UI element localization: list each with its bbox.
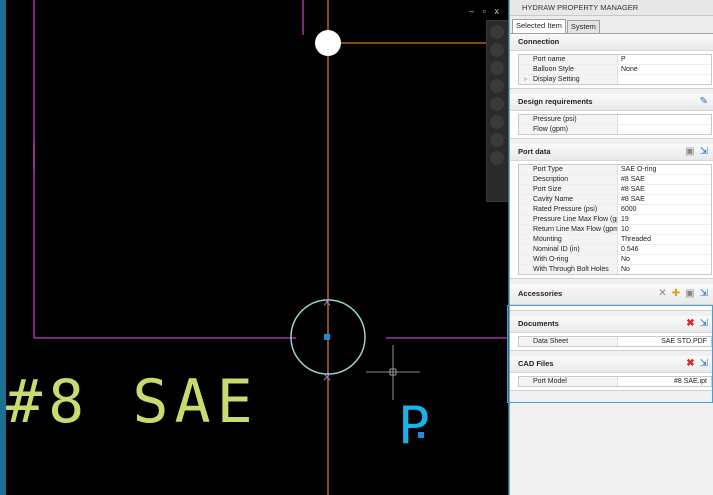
- connection-node[interactable]: [315, 30, 341, 56]
- expand-arrow-icon[interactable]: ▹: [524, 75, 528, 84]
- tab-system[interactable]: System: [566, 20, 600, 33]
- property-row[interactable]: Rated Pressure (psi) 6000: [519, 205, 711, 215]
- window-controls[interactable]: – ▫ x: [469, 6, 502, 16]
- property-row[interactable]: Cavity Name #8 SAE: [519, 195, 711, 205]
- property-row[interactable]: Description #8 SAE: [519, 175, 711, 185]
- save-icon[interactable]: ▣: [685, 146, 694, 157]
- port-data-grid: Port Type SAE O-ring Description #8 SAE Po…: [518, 164, 712, 275]
- property-row[interactable]: Return Line Max Flow (gpm) 10: [519, 225, 711, 235]
- port-name-label: P: [398, 396, 430, 456]
- port-data-header[interactable]: Port data ▣ ⇲: [510, 144, 713, 161]
- port-marker-top: ×: [322, 295, 332, 309]
- panel-title: HYDRAW PROPERTY MANAGER: [510, 0, 713, 16]
- pan-icon[interactable]: [490, 25, 504, 39]
- tab-selected-item[interactable]: Selected Item: [512, 19, 566, 33]
- port-center: [324, 334, 330, 340]
- selection-highlight: [507, 305, 713, 403]
- connection-section: Connection Port name P Balloon Style None …: [510, 34, 713, 89]
- center-icon[interactable]: [490, 151, 504, 165]
- property-manager-panel: HYDRAW PROPERTY MANAGER Selected Item Sys…: [509, 0, 713, 495]
- connection-header[interactable]: Connection: [510, 34, 713, 51]
- port-data-section: Port data ▣ ⇲ Port Type SAE O-ring Descript…: [510, 144, 713, 279]
- connection-grid: Port name P Balloon Style None ▹ Display Se…: [518, 54, 712, 85]
- zoom-window-icon[interactable]: [490, 115, 504, 129]
- port-size-label: #8 SAE: [6, 367, 259, 437]
- add-icon[interactable]: ✚: [672, 288, 680, 299]
- property-row[interactable]: Pressure (psi): [519, 115, 711, 125]
- property-row[interactable]: Port Type SAE O-ring: [519, 165, 711, 175]
- property-row[interactable]: Nominal ID (in) 0.546: [519, 245, 711, 255]
- design-requirements-header[interactable]: Design requirements ✎: [510, 94, 713, 111]
- export-icon[interactable]: ⇲: [700, 288, 708, 299]
- port-marker-bottom: ×: [322, 370, 332, 384]
- save-icon[interactable]: ▣: [685, 288, 694, 299]
- property-row[interactable]: With Through Bolt Holes No: [519, 265, 711, 274]
- orbit-icon[interactable]: [490, 61, 504, 75]
- edit-icon[interactable]: ✎: [700, 96, 708, 107]
- look-icon[interactable]: [490, 97, 504, 111]
- view-cube-icon[interactable]: [490, 79, 504, 93]
- drawing-canvas[interactable]: × × – ▫ x #8 SAE P: [6, 0, 508, 495]
- walk-icon[interactable]: [490, 133, 504, 147]
- design-grid: Pressure (psi) Flow (gpm): [518, 114, 712, 135]
- export-icon[interactable]: ⇲: [700, 146, 708, 157]
- tab-bar: Selected Item System: [510, 16, 713, 34]
- property-row[interactable]: Port Size #8 SAE: [519, 185, 711, 195]
- property-row[interactable]: Mounting Threaded: [519, 235, 711, 245]
- property-row[interactable]: Balloon Style None: [519, 65, 711, 75]
- property-row[interactable]: With O-ring No: [519, 255, 711, 265]
- property-row[interactable]: Port name P: [519, 55, 711, 65]
- accessories-header[interactable]: Accessories ✕ ✚ ▣ ⇲: [510, 284, 713, 305]
- property-row[interactable]: ▹ Display Setting: [519, 75, 711, 84]
- property-row[interactable]: Flow (gpm): [519, 125, 711, 134]
- property-row[interactable]: Pressure Line Max Flow (gp 19: [519, 215, 711, 225]
- zoom-icon[interactable]: [490, 43, 504, 57]
- navigation-bar[interactable]: [486, 20, 508, 202]
- design-requirements-section: Design requirements ✎ Pressure (psi) Flow…: [510, 94, 713, 139]
- delete-icon[interactable]: ✕: [658, 288, 666, 299]
